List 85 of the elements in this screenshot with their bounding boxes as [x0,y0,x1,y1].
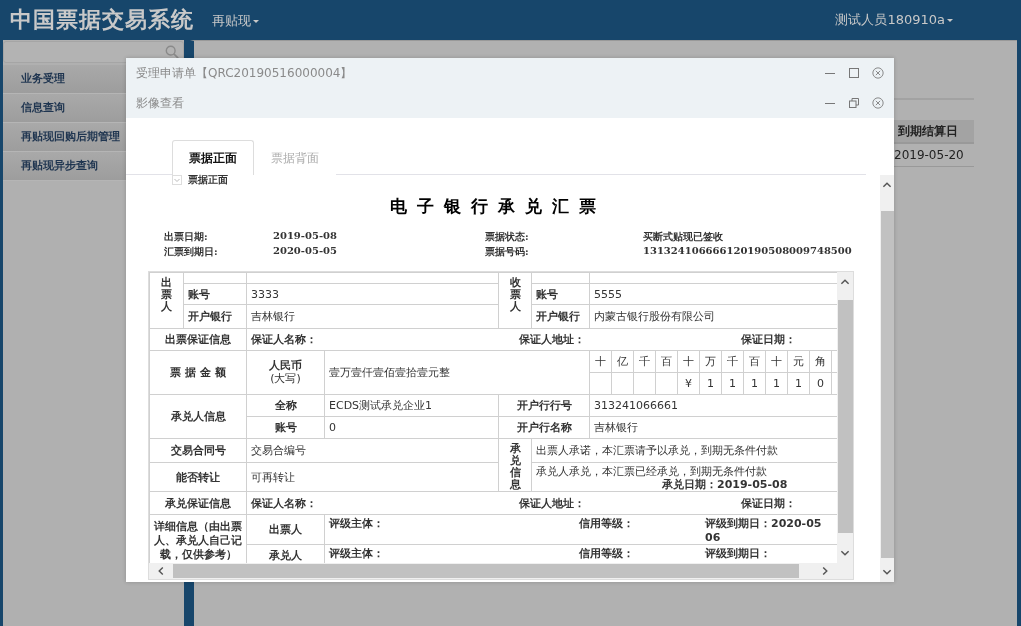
search-field[interactable] [3,41,184,63]
digit-cell: 1 [721,372,744,395]
row-heading: 票 据 金 额 [149,350,247,395]
digit-unit: 十 [589,350,612,373]
digit-cell: 1 [743,372,766,395]
digit-unit: 元 [787,350,810,373]
maximize-icon[interactable] [848,67,860,79]
acceptance-text: 承兑人承兑，本汇票已经承兑，到期无条件付款 [536,465,768,478]
app-title: 中国票据交易系统 [10,6,194,34]
scroll-thumb[interactable] [173,564,799,578]
digit-unit: 千 [633,350,656,373]
scroll-thumb[interactable] [837,300,853,533]
info-value: 2019-05-08 [272,230,338,243]
user-menu[interactable]: 测试人员180910a [835,11,953,29]
digit-unit: 万 [699,350,722,373]
digit-unit: 十 [765,350,788,373]
digit-unit: 千 [721,350,744,373]
menu-dropdown[interactable]: 再贴现 [212,12,259,30]
window-title: 影像查看 [136,94,184,112]
tab[interactable]: 票据正面 [172,140,254,175]
row-heading: 出票保证信息 [149,328,247,351]
field-label: 全称 [246,394,325,417]
field-label: 开户银行 [531,304,590,329]
info-value: 买断式贴现已签收 [642,230,724,244]
digit-unit: 百 [655,350,678,373]
chevron-icon [172,175,182,185]
info-value: 2020-05-05 [272,245,338,258]
digit-unit: 亿 [611,350,634,373]
field-label: 开户行名称 [498,416,590,439]
info-label: 票据状态: [485,230,530,244]
info-label: 票据号码: [485,245,530,259]
digit-cell: 1 [765,372,788,395]
currency-label: 人民币 [269,360,302,373]
digit-unit: 百 [743,350,766,373]
field-label: 账号 [183,283,247,305]
digit-unit: 十 [677,350,700,373]
currency-note: (大写) [270,372,301,385]
row-heading: 出票人 [161,277,172,314]
field-label: 保证人名称： [251,495,318,511]
caret-icon [947,18,953,22]
table-cell: ECDS测试承兑企业1 [324,394,499,417]
scrollbar[interactable] [837,272,853,563]
row-heading: 承兑人信息 [149,394,247,439]
digit-unit: 角 [809,350,832,373]
row-heading: 承兑保证信息 [149,491,247,515]
search-icon [165,45,179,59]
field-label: 评级主体： [329,517,385,533]
info-label: 汇票到期日: [164,245,219,259]
restore-icon[interactable] [848,97,860,109]
table-cell: 交易合编号 [246,438,499,463]
digit-cell: 1 [787,372,810,395]
row-heading: 交易合同号 [149,438,247,463]
digit-cell: 1 [699,372,722,395]
amount-in-words: 壹万壹仟壹佰壹拾壹元整 [324,350,590,395]
digit-cell: 0 [809,372,832,395]
field-label: 信用等级： [579,546,635,560]
field-label: 评级主体： [329,546,385,560]
field-label: 保证人地址： [519,495,586,511]
field-label: 保证人地址： [519,332,586,347]
field-label: 保证日期： [741,332,797,347]
field-label: 保证人名称： [251,332,318,347]
scrollbar[interactable] [149,563,853,579]
digit-cell: ¥ [677,372,700,395]
close-icon[interactable] [872,97,884,109]
field-label: 出票人 [246,514,325,545]
field-label: 账号 [531,283,590,305]
acceptance-date: 承兑日期：2019-05-08 [661,478,789,491]
row-heading: 收票人 [509,277,521,314]
table-cell: 0 [324,416,499,439]
row-heading: 能否转让 [149,462,247,492]
field-label: 信用等级： [579,517,635,533]
bill-title: 电 子 银 行 承 兑 汇 票 [389,195,599,218]
field-label: 账号 [246,416,325,439]
field-label: 开户银行 [183,304,247,329]
field-label: 评级到期日：2020-05 06 [705,517,823,544]
close-icon[interactable] [872,67,884,79]
info-label: 出票日期: [164,230,209,244]
caret-icon [253,19,259,23]
image-caption: 票据正面 [188,173,228,187]
row-heading: 承兑信息 [509,443,521,491]
column-header: 到期结算日 [894,120,974,144]
field-label: 评级到期日： [705,546,772,560]
field-label: 开户行行号 [498,394,590,417]
field-label: 保证日期： [741,495,797,511]
info-value: 131324106666120190508009748500 [642,245,853,258]
